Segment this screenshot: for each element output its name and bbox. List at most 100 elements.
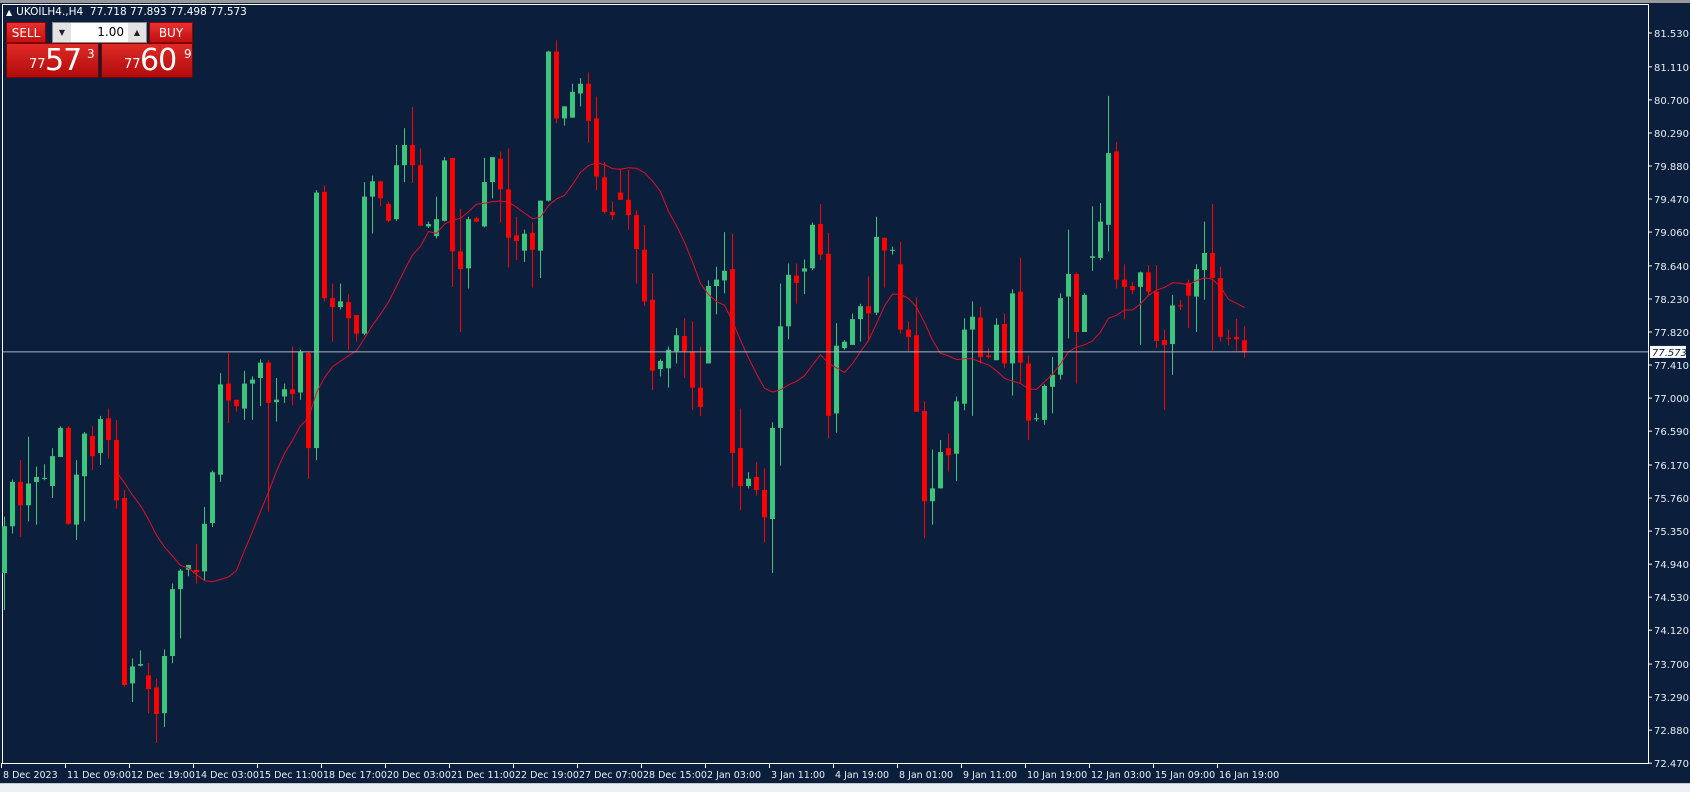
- price-chart[interactable]: 81.530 81.110 80.700 80.290 79.880 79.470 79.0…: [0, 0, 1690, 783]
- candle-body: [418, 165, 423, 226]
- candle: [170, 583, 175, 664]
- candle-body: [282, 389, 287, 397]
- candle-body: [594, 118, 599, 177]
- candle-body: [1074, 273, 1079, 333]
- candle-body: [194, 569, 199, 573]
- lot-size-input[interactable]: 1.00: [71, 23, 128, 42]
- candle-body: [34, 477, 39, 482]
- time-tick-label: 8 Dec 2023: [3, 770, 58, 781]
- candle-body: [106, 418, 111, 441]
- candle-body: [178, 570, 183, 590]
- candle-body: [634, 215, 639, 249]
- candle-body: [450, 157, 455, 252]
- candle-body: [1154, 291, 1159, 341]
- price-tick-label: 72.470: [1654, 759, 1689, 770]
- candle-body: [386, 203, 391, 221]
- candle-body: [962, 329, 967, 404]
- candle-body: [18, 481, 23, 506]
- candle-body: [138, 664, 143, 666]
- price-tick-label: 74.120: [1654, 626, 1689, 637]
- price-tick-label: 74.940: [1654, 560, 1689, 571]
- candle: [218, 373, 223, 482]
- candle-body: [602, 177, 607, 212]
- sell-price-button[interactable]: 77 57 3: [6, 43, 99, 78]
- candle-body: [818, 224, 823, 255]
- candle-body: [1210, 253, 1215, 279]
- candle-body: [66, 427, 71, 524]
- candle: [298, 349, 303, 400]
- price-tick-label: 75.350: [1654, 527, 1689, 538]
- candle-body: [754, 477, 759, 490]
- price-tick-label: 78.640: [1654, 262, 1689, 273]
- candle-body: [1066, 273, 1071, 297]
- candle-body: [1178, 305, 1183, 307]
- candle-body: [826, 253, 831, 416]
- buy-price-prefix: 77: [124, 57, 141, 72]
- candle-body: [834, 345, 839, 414]
- time-tick-label: 15 Dec 11:00: [259, 770, 323, 781]
- increase-lot-icon[interactable]: ▲: [128, 23, 146, 42]
- candle: [1042, 384, 1047, 425]
- candle-body: [362, 196, 367, 334]
- collapse-triangle-icon[interactable]: ▲: [6, 8, 12, 17]
- candle-body: [482, 182, 487, 227]
- candle-body: [642, 249, 647, 302]
- candle-body: [394, 165, 399, 220]
- candle-body: [242, 383, 247, 409]
- candle-body: [738, 448, 743, 486]
- candle-body: [562, 106, 567, 119]
- candle-body: [922, 410, 927, 502]
- candle: [362, 182, 367, 336]
- candle-body: [330, 298, 335, 308]
- candle-body: [906, 329, 911, 337]
- candle-body: [1010, 293, 1015, 364]
- candle-body: [498, 158, 503, 190]
- candle-body: [170, 589, 175, 657]
- candle-body: [2, 526, 7, 573]
- candle-body: [1114, 151, 1119, 280]
- candle-body: [1234, 336, 1239, 340]
- candle-body: [762, 489, 767, 518]
- price-tick-label: 80.290: [1654, 129, 1689, 140]
- sell-button[interactable]: SELL: [6, 22, 46, 43]
- price-tick-label: 79.470: [1654, 195, 1689, 206]
- time-tick-label: 12 Jan 03:00: [1091, 770, 1151, 781]
- candle-body: [490, 157, 495, 183]
- candle-body: [890, 249, 895, 251]
- candle-body: [986, 355, 991, 357]
- candle-body: [346, 302, 351, 319]
- candle-body: [82, 433, 87, 477]
- candle-body: [354, 315, 359, 334]
- candle-body: [578, 83, 583, 94]
- candle-body: [802, 268, 807, 272]
- candle: [962, 318, 967, 411]
- candle-body: [458, 251, 463, 270]
- buy-price-button[interactable]: 77 60 9: [101, 43, 193, 78]
- candle-body: [338, 301, 343, 308]
- time-tick-label: 10 Jan 19:00: [1027, 770, 1087, 781]
- candle-body: [1162, 340, 1167, 345]
- candle-body: [1130, 286, 1135, 291]
- candle-body: [666, 349, 671, 369]
- candle-body: [314, 192, 319, 449]
- candle-body: [938, 452, 943, 489]
- candle-body: [442, 160, 447, 221]
- candle-body: [858, 306, 863, 320]
- candle-body: [218, 384, 223, 475]
- candle-body: [530, 232, 535, 250]
- buy-price-main: 60: [140, 43, 177, 78]
- lot-size-stepper[interactable]: ▼ 1.00 ▲: [52, 22, 147, 43]
- decrease-lot-icon[interactable]: ▼: [53, 23, 71, 42]
- price-tick-label: 73.290: [1654, 693, 1689, 704]
- candle-body: [370, 181, 375, 197]
- buy-button[interactable]: BUY: [149, 22, 193, 43]
- candle-body: [1026, 363, 1031, 421]
- candle-body: [674, 335, 679, 352]
- candle-body: [778, 326, 783, 428]
- candle-body: [202, 523, 207, 572]
- candle-body: [866, 306, 871, 314]
- candle-body: [994, 324, 999, 361]
- candle-body: [146, 675, 151, 690]
- candle-body: [930, 488, 935, 502]
- price-tick-label: 78.230: [1654, 295, 1689, 306]
